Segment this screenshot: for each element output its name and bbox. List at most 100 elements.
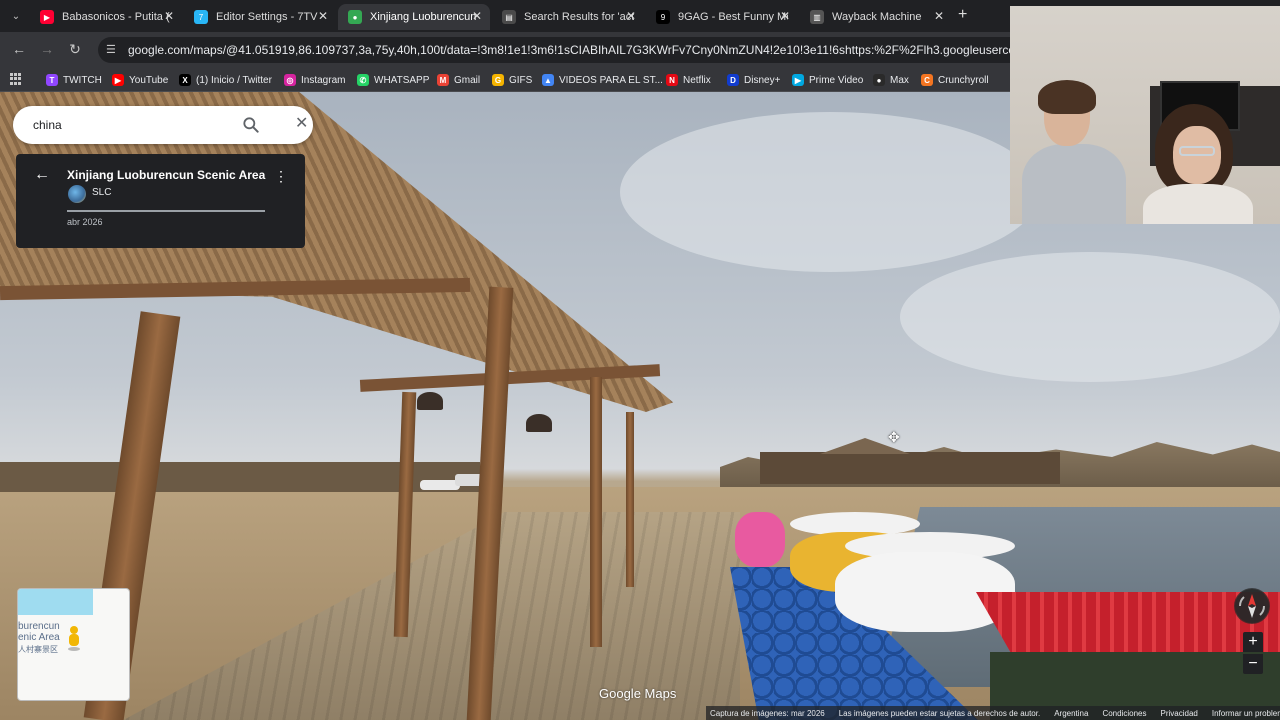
copyright-notice: Las imágenes pueden estar sujetas a dere… bbox=[838, 708, 1041, 718]
tab-close-icon[interactable]: ✕ bbox=[164, 9, 174, 23]
contributor-avatar[interactable] bbox=[68, 185, 86, 203]
tab-title: Search Results for 'act bbox=[524, 11, 634, 23]
tab-7tv-editor-settings[interactable]: 7 Editor Settings - 7TV ✕ bbox=[184, 4, 336, 30]
info-divider bbox=[67, 210, 265, 212]
bookmark-whatsapp[interactable]: ✆ WHATSAPP bbox=[357, 72, 429, 88]
contributor-name[interactable]: SLC bbox=[92, 187, 111, 198]
apps-grid-icon[interactable] bbox=[10, 73, 22, 85]
bookmark-label: WHATSAPP bbox=[374, 74, 430, 86]
map-water-area bbox=[18, 589, 93, 615]
bookmark-label: Instagram bbox=[301, 74, 346, 86]
gifs-icon: G bbox=[492, 74, 504, 86]
footer-terms-link[interactable]: Condiciones bbox=[1102, 709, 1146, 718]
footer-privacy-link[interactable]: Privacidad bbox=[1160, 709, 1197, 718]
map-place-label: enic Area bbox=[18, 632, 60, 643]
street-view-info-card: ← Xinjiang Luoburencun Scenic Area ⋮ SLC… bbox=[16, 154, 305, 248]
instagram-icon: ◎ bbox=[284, 74, 296, 86]
tab-babasonicos[interactable]: ▶ Babasonicos - Putita ( ✕ bbox=[30, 4, 182, 30]
compass-icon[interactable] bbox=[1234, 588, 1270, 624]
webcam-person-right bbox=[1135, 104, 1255, 224]
zoom-in-button[interactable]: + bbox=[1243, 632, 1263, 652]
bookmark-gmail[interactable]: M Gmail bbox=[437, 72, 480, 88]
bookmark-netflix[interactable]: N Netflix bbox=[666, 72, 711, 88]
search-icon[interactable] bbox=[241, 115, 261, 135]
netflix-icon: N bbox=[666, 74, 678, 86]
cloud bbox=[620, 112, 1040, 272]
bookmark-max[interactable]: ● Max bbox=[873, 72, 909, 88]
imagery-capture-date: Captura de imágenes: mar 2026 bbox=[710, 708, 825, 718]
tab-close-icon[interactable]: ✕ bbox=[780, 9, 790, 23]
tab-search-results[interactable]: ▤ Search Results for 'act ✕ bbox=[492, 4, 644, 30]
capture-date: abr 2026 bbox=[67, 217, 103, 227]
hanging-lantern bbox=[526, 414, 552, 432]
x-twitter-icon: X bbox=[179, 74, 191, 86]
more-options-icon[interactable]: ⋮ bbox=[274, 168, 288, 185]
lakeside-pavilion bbox=[760, 452, 1060, 484]
webcam-overlay bbox=[1010, 6, 1280, 224]
crunchyroll-icon: C bbox=[921, 74, 933, 86]
whatsapp-icon: ✆ bbox=[357, 74, 369, 86]
bookmark-label: VIDEOS PARA EL ST... bbox=[559, 74, 663, 86]
gmail-icon: M bbox=[437, 74, 449, 86]
tab-9gag[interactable]: 9 9GAG - Best Funny Me ✕ bbox=[646, 4, 798, 30]
clear-search-icon[interactable]: ✕ bbox=[295, 116, 311, 132]
tab-title: Editor Settings - 7TV bbox=[216, 11, 318, 23]
bookmark-label: Gmail bbox=[454, 74, 481, 86]
move-cursor-icon: ✥ bbox=[888, 429, 900, 445]
forward-button[interactable]: → bbox=[38, 41, 56, 57]
page-favicon-icon: ▤ bbox=[502, 10, 516, 24]
wooden-post bbox=[590, 377, 602, 647]
tab-title: Babasonicos - Putita ( bbox=[62, 11, 170, 23]
bookmark-label: Prime Video bbox=[809, 74, 864, 86]
cloud bbox=[900, 252, 1280, 382]
bookmark-label: Netflix bbox=[683, 74, 711, 86]
tab-close-icon[interactable]: ✕ bbox=[626, 9, 636, 23]
tab-search-chevron-icon[interactable]: ⌄ bbox=[6, 7, 26, 25]
tab-close-icon[interactable]: ✕ bbox=[472, 9, 482, 23]
pink-pedal-boat bbox=[735, 512, 785, 567]
tab-title: 9GAG - Best Funny Me bbox=[678, 11, 788, 23]
search-input[interactable]: china bbox=[33, 118, 62, 132]
reload-button[interactable]: ↻ bbox=[66, 41, 84, 58]
bookmark-twitter[interactable]: X (1) Inicio / Twitter bbox=[179, 72, 272, 88]
back-arrow-icon[interactable]: ← bbox=[34, 166, 50, 184]
bookmark-disney-plus[interactable]: D Disney+ bbox=[727, 72, 780, 88]
google-drive-icon: ▲ bbox=[542, 74, 554, 86]
zoom-out-button[interactable]: − bbox=[1243, 654, 1263, 674]
bookmark-crunchyroll[interactable]: C Crunchyroll bbox=[921, 72, 989, 88]
max-icon: ● bbox=[873, 74, 885, 86]
9gag-favicon-icon: 9 bbox=[656, 10, 670, 24]
maps-search-box[interactable]: china ✕ bbox=[13, 106, 313, 144]
back-button[interactable]: ← bbox=[10, 41, 28, 57]
bookmark-label: Crunchyroll bbox=[938, 74, 989, 86]
bookmark-youtube[interactable]: ▶ YouTube bbox=[112, 72, 168, 88]
pegman-icon[interactable] bbox=[66, 625, 82, 651]
tab-close-icon[interactable]: ✕ bbox=[934, 9, 944, 23]
place-title: Xinjiang Luoburencun Scenic Area bbox=[67, 168, 266, 182]
bookmark-prime-video[interactable]: ▶ Prime Video bbox=[792, 72, 863, 88]
7tv-favicon-icon: 7 bbox=[194, 10, 208, 24]
new-tab-button[interactable]: + bbox=[958, 6, 967, 24]
parked-car bbox=[420, 480, 460, 490]
tab-wayback-machine[interactable]: ▥ Wayback Machine ✕ bbox=[800, 4, 952, 30]
map-place-label: burencun bbox=[18, 621, 60, 632]
google-maps-watermark: Google Maps bbox=[599, 686, 677, 701]
bookmark-label: TWITCH bbox=[63, 74, 102, 86]
youtube-favicon-icon: ▶ bbox=[40, 10, 54, 24]
tab-close-icon[interactable]: ✕ bbox=[318, 9, 328, 23]
address-bar[interactable]: ☰ google.com/maps/@41.051919,86.109737,3… bbox=[98, 37, 1098, 63]
site-info-icon[interactable]: ☰ bbox=[106, 43, 120, 57]
url-text[interactable]: google.com/maps/@41.051919,86.109737,3a,… bbox=[128, 43, 1085, 57]
tab-xinjiang-luoburencun[interactable]: ● Xinjiang Luoburencun ✕ bbox=[338, 4, 490, 30]
bookmark-gifs[interactable]: G GIFS bbox=[492, 72, 532, 88]
wooden-post bbox=[626, 412, 634, 587]
mini-map[interactable]: burencun enic Area 人村寨景区 bbox=[17, 588, 130, 701]
webcam-person-left bbox=[1022, 80, 1126, 224]
footer-region-link[interactable]: Argentina bbox=[1054, 709, 1088, 718]
footer-report-problem-link[interactable]: Informar un problema bbox=[1212, 709, 1280, 718]
bookmark-twitch[interactable]: T TWITCH bbox=[46, 72, 102, 88]
bookmark-instagram[interactable]: ◎ Instagram bbox=[284, 72, 345, 88]
bookmark-videos-para-el-stream[interactable]: ▲ VIDEOS PARA EL ST... bbox=[542, 72, 663, 88]
tab-title: Xinjiang Luoburencun bbox=[370, 11, 477, 23]
disney-plus-icon: D bbox=[727, 74, 739, 86]
